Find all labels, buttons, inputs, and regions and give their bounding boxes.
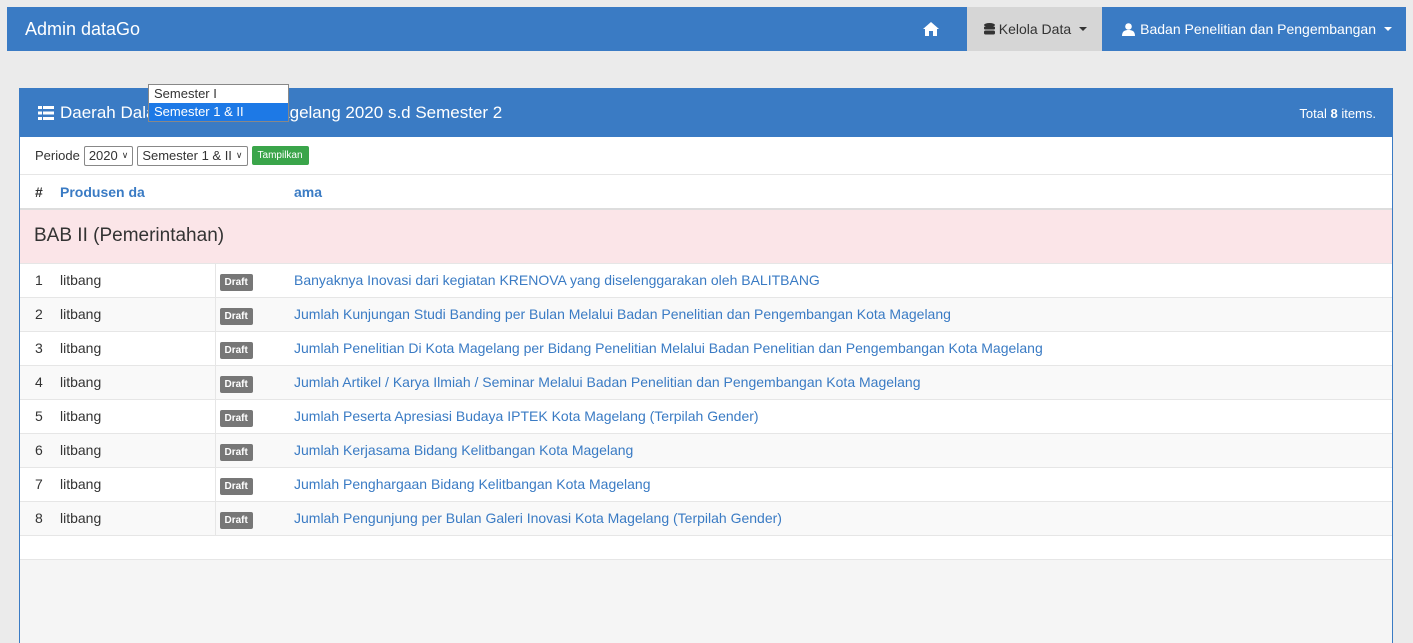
status-badge: Draft (219, 410, 253, 427)
row-title: Banyaknya Inovasi dari kegiatan KRENOVA … (294, 263, 1392, 298)
data-table: # Produsen da ama BAB II (Pemerintahan) … (20, 175, 1392, 536)
status-badge: Draft (219, 444, 253, 461)
column-header-status (215, 175, 294, 210)
status-badge: Draft (219, 478, 253, 495)
row-produsen: litbang (60, 467, 216, 502)
list-icon (38, 106, 54, 120)
home-icon (922, 22, 939, 36)
database-icon (983, 23, 995, 35)
chevron-down-icon (1079, 27, 1088, 31)
row-status: Draft (215, 501, 294, 536)
total-count: 8 (1330, 105, 1338, 121)
status-badge: Draft (219, 274, 253, 291)
row-produsen: litbang (60, 331, 216, 366)
filter-row: Periode 2020 ∨ Semester 1 & II ∨ Tampilk… (20, 137, 1392, 175)
row-status: Draft (215, 331, 294, 366)
column-header-nama[interactable]: ama (294, 175, 1392, 210)
total-suffix: items. (1341, 105, 1376, 121)
chevron-down-icon (1384, 27, 1392, 31)
row-status: Draft (215, 467, 294, 502)
table-row: 7 litbang Draft Jumlah Penghargaan Bidang K… (20, 467, 1392, 502)
user-menu[interactable]: Badan Penelitian dan Pengembangan (1102, 7, 1406, 51)
periode-label: Periode (35, 148, 80, 163)
row-title-link[interactable]: Jumlah Kerjasama Bidang Kelitbangan Kota… (294, 442, 633, 458)
user-menu-label: Badan Penelitian dan Pengembangan (1140, 21, 1376, 37)
row-produsen: litbang (60, 365, 216, 400)
top-navbar: Admin dataGo Kelola Data Badan Penelitia… (7, 7, 1406, 51)
row-number: 1 (20, 263, 60, 298)
table-row: 3 litbang Draft Jumlah Penelitian Di Kota M… (20, 331, 1392, 366)
kelola-data-label: Kelola Data (998, 21, 1072, 37)
row-number: 3 (20, 331, 60, 366)
semester-option-2[interactable]: Semester 1 & II (149, 103, 288, 121)
table-row: 2 litbang Draft Jumlah Kunjungan Studi Band… (20, 297, 1392, 332)
row-status: Draft (215, 263, 294, 298)
semester-select[interactable]: Semester 1 & II ∨ (137, 145, 248, 166)
table-row: 5 litbang Draft Jumlah Peserta Apresiasi Bu… (20, 399, 1392, 434)
panel-body: Periode 2020 ∨ Semester 1 & II ∨ Tampilk… (20, 137, 1392, 560)
row-status: Draft (215, 365, 294, 400)
status-badge: Draft (219, 376, 253, 393)
row-number: 6 (20, 433, 60, 468)
row-title-link[interactable]: Jumlah Penelitian Di Kota Magelang per B… (294, 340, 1043, 356)
table-row: 4 litbang Draft Jumlah Artikel / Karya Ilmi… (20, 365, 1392, 400)
row-produsen: litbang (60, 501, 216, 536)
row-number: 4 (20, 365, 60, 400)
row-title: Jumlah Penghargaan Bidang Kelitbangan Ko… (294, 467, 1392, 502)
row-title: Jumlah Penelitian Di Kota Magelang per B… (294, 331, 1392, 366)
table-row: 1 litbang Draft Banyaknya Inovasi dari kegi… (20, 263, 1392, 298)
status-badge: Draft (219, 308, 253, 325)
semester-select-value: Semester 1 & II (142, 148, 232, 163)
row-number: 8 (20, 501, 60, 536)
semester-dropdown-list: Semester I Semester 1 & II (148, 84, 289, 122)
data-panel: Daerah Dalam Angka Kota Magelang 2020 s.… (19, 88, 1393, 643)
row-title-link[interactable]: Jumlah Kunjungan Studi Banding per Bulan… (294, 306, 951, 322)
brand-title[interactable]: Admin dataGo (25, 19, 909, 40)
column-header-produsen[interactable]: Produsen da (60, 175, 215, 210)
tampilkan-button[interactable]: Tampilkan (251, 146, 309, 165)
row-title: Jumlah Kerjasama Bidang Kelitbangan Kota… (294, 433, 1392, 468)
row-title: Jumlah Peserta Apresiasi Budaya IPTEK Ko… (294, 399, 1392, 434)
year-select-value: 2020 (88, 148, 118, 163)
row-produsen: litbang (60, 297, 216, 332)
row-title-link[interactable]: Jumlah Pengunjung per Bulan Galeri Inova… (294, 510, 782, 526)
row-status: Draft (215, 399, 294, 434)
row-title-link[interactable]: Jumlah Penghargaan Bidang Kelitbangan Ko… (294, 476, 651, 492)
kelola-data-menu[interactable]: Kelola Data (966, 7, 1103, 51)
home-button[interactable] (909, 7, 953, 51)
row-title: Jumlah Pengunjung per Bulan Galeri Inova… (294, 501, 1392, 536)
chevron-down-icon: ∨ (235, 150, 243, 160)
row-title-link[interactable]: Jumlah Artikel / Karya Ilmiah / Seminar … (294, 374, 920, 390)
row-produsen: litbang (60, 263, 216, 298)
column-header-number: # (20, 175, 60, 210)
status-badge: Draft (219, 342, 253, 359)
chevron-down-icon: ∨ (121, 150, 129, 160)
row-title: Jumlah Artikel / Karya Ilmiah / Seminar … (294, 365, 1392, 400)
total-items: Total 8 items. (1299, 106, 1376, 121)
nav-right: Kelola Data Badan Penelitian dan Pengemb… (909, 7, 1406, 51)
row-produsen: litbang (60, 399, 216, 434)
row-number: 2 (20, 297, 60, 332)
table-row: 6 litbang Draft Jumlah Kerjasama Bidang Kel… (20, 433, 1392, 468)
row-title-link[interactable]: Jumlah Peserta Apresiasi Budaya IPTEK Ko… (294, 408, 759, 424)
total-prefix: Total (1299, 105, 1327, 121)
row-number: 5 (20, 399, 60, 434)
table-row: 8 litbang Draft Jumlah Pengunjung per Bulan… (20, 501, 1392, 536)
section-heading: BAB II (Pemerintahan) (20, 209, 1392, 264)
table-footer (20, 535, 1392, 560)
row-status: Draft (215, 297, 294, 332)
row-title: Jumlah Kunjungan Studi Banding per Bulan… (294, 297, 1392, 332)
row-number: 7 (20, 467, 60, 502)
year-select[interactable]: 2020 ∨ (83, 145, 134, 166)
semester-option-1[interactable]: Semester I (149, 85, 288, 103)
user-icon (1122, 22, 1136, 36)
row-title-link[interactable]: Banyaknya Inovasi dari kegiatan KRENOVA … (294, 272, 820, 288)
row-status: Draft (215, 433, 294, 468)
row-produsen: litbang (60, 433, 216, 468)
status-badge: Draft (219, 512, 253, 529)
